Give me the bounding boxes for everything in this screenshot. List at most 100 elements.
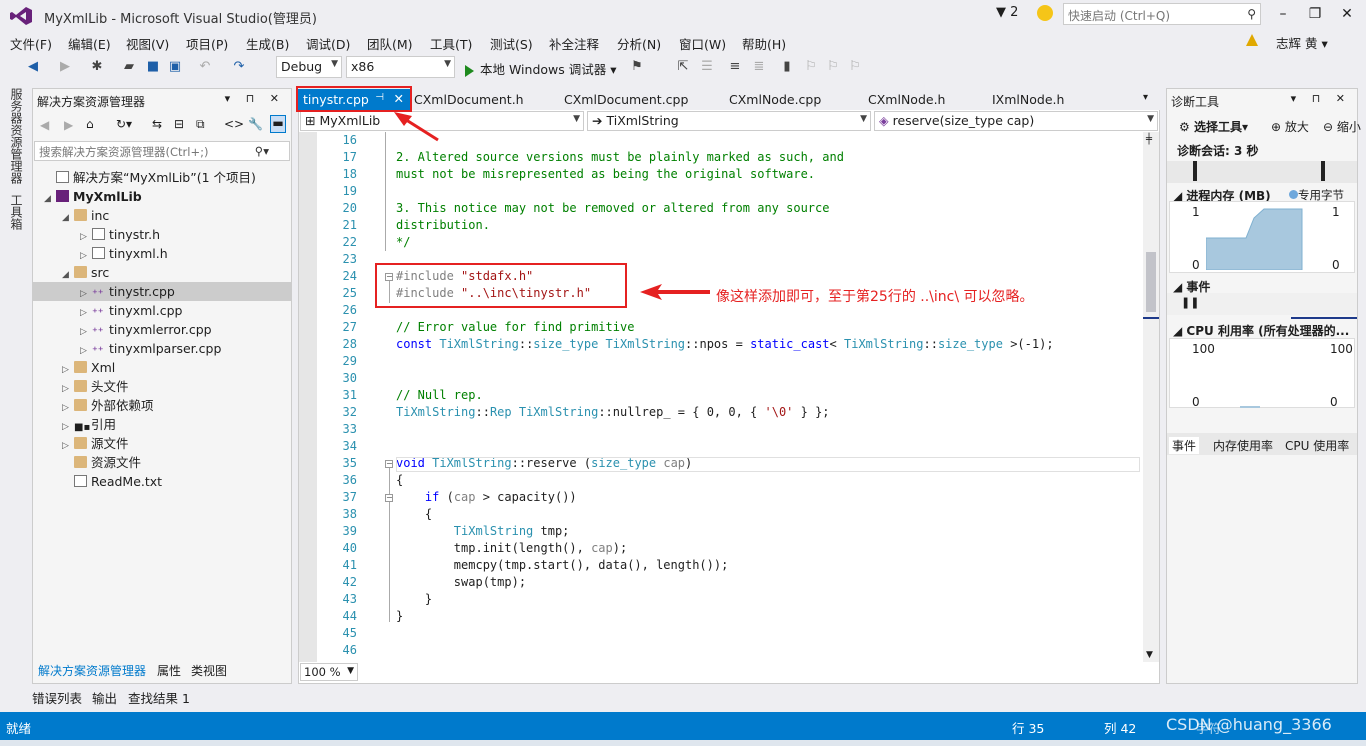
next-bookmark-icon[interactable]: ⚐	[826, 60, 840, 74]
tree-item-folder[interactable]: ▷ 头文件	[62, 377, 129, 396]
code-line[interactable]: distribution.	[396, 217, 490, 234]
tree-item-folder[interactable]: 资源文件	[62, 453, 141, 472]
tab-find-results[interactable]: 查找结果 1	[128, 688, 190, 707]
code-line[interactable]: TiXmlString tmp;	[396, 523, 570, 540]
tab-error-list[interactable]: 错误列表	[32, 688, 82, 707]
tree-item-file[interactable]: ▷ tinystr.h	[80, 225, 160, 244]
tab-memory-usage[interactable]: 内存使用率	[1213, 437, 1273, 454]
code-line[interactable]: 3. This notice may not be removed or alt…	[396, 200, 829, 217]
tree-item-file[interactable]: ▷ tinyxml.h	[80, 244, 168, 263]
zoom-in-button[interactable]: ⊕ 放大	[1271, 118, 1309, 135]
menu-team[interactable]: 团队(M)	[367, 34, 413, 53]
menu-view[interactable]: 视图(V)	[126, 34, 169, 53]
cpu-section-header[interactable]: ◢ CPU 利用率 (所有处理器的...	[1173, 322, 1349, 339]
history-icon[interactable]: ↻▾	[116, 117, 132, 131]
tab-cpu-usage[interactable]: CPU 使用率	[1285, 437, 1349, 454]
indent-icon[interactable]: ☰	[700, 60, 714, 74]
pause-icon[interactable]: ❚❚	[1181, 296, 1199, 309]
toolbox-tab[interactable]: 工具箱	[8, 194, 25, 230]
user-account[interactable]: 志辉 黄 ▾	[1276, 33, 1328, 52]
select-tools-button[interactable]: ⚙ 选择工具▾	[1179, 118, 1248, 135]
tab-events[interactable]: 事件	[1169, 437, 1200, 454]
code-line[interactable]: }	[396, 591, 432, 608]
zoom-select[interactable]: 100 % ▼	[300, 663, 358, 681]
quick-launch-input[interactable]: 快速启动 (Ctrl+Q) ⚲	[1063, 3, 1261, 25]
panel-window-controls[interactable]: ▾ ⊓ ✕	[225, 92, 285, 105]
show-all-files-icon[interactable]: ⧉	[196, 117, 205, 132]
code-line[interactable]: must not be misrepresented as being the …	[396, 166, 815, 183]
tree-item-file-selected[interactable]: ▷ ⁺⁺ tinystr.cpp	[80, 282, 175, 301]
start-debugging-button[interactable]: 本地 Windows 调试器 ▾	[465, 59, 617, 78]
code-line[interactable]: swap(tmp);	[396, 574, 526, 591]
tree-item-file[interactable]: ▷ ⁺⁺ tinyxmlparser.cpp	[80, 339, 221, 358]
menu-test[interactable]: 测试(S)	[490, 34, 533, 53]
tree-item-file[interactable]: ReadMe.txt	[62, 472, 162, 491]
close-button[interactable]: ✕	[1332, 3, 1362, 25]
tree-item-folder[interactable]: ◢ inc	[62, 206, 109, 225]
tree-item-references[interactable]: ▷ ■▪引用	[62, 415, 116, 434]
tab-overflow-icon[interactable]: ▾	[1143, 92, 1148, 103]
comment-icon[interactable]: ≡	[728, 60, 742, 74]
undo-icon[interactable]: ↶	[198, 60, 212, 74]
tree-item-folder[interactable]: ▷ 源文件	[62, 434, 129, 453]
code-line[interactable]: {	[396, 506, 432, 523]
menu-build[interactable]: 生成(B)	[246, 34, 289, 53]
menu-analyze[interactable]: 分析(N)	[617, 34, 661, 53]
code-line[interactable]: tmp.init(length(), cap);	[396, 540, 627, 557]
open-file-icon[interactable]: ▰	[122, 60, 136, 74]
member-nav-select[interactable]: ◈ reserve(size_type cap) ▼	[874, 111, 1158, 131]
vertical-scrollbar[interactable]: ╪ ▼	[1143, 132, 1159, 662]
menu-complete-comments[interactable]: 补全注释	[549, 34, 599, 53]
tab-solution-explorer[interactable]: 解决方案资源管理器	[38, 662, 146, 679]
code-line[interactable]: }	[396, 608, 403, 625]
forward-icon[interactable]: ▶	[58, 60, 72, 74]
scope-nav-select[interactable]: ➔ TiXmlString ▼	[587, 111, 871, 131]
properties-icon[interactable]: 🔧	[248, 117, 263, 131]
bookmark-icon[interactable]: ▮	[780, 60, 794, 74]
tab-output[interactable]: 输出	[92, 688, 117, 707]
tab-ixmlnode-h[interactable]: IXmlNode.h	[992, 92, 1064, 107]
code-line[interactable]: if (cap > capacity())	[396, 489, 577, 506]
tree-item-project[interactable]: ◢ MyXmlLib	[44, 187, 142, 206]
code-line[interactable]: TiXmlString::Rep TiXmlString::nullrep_ =…	[396, 404, 830, 421]
tree-item-solution[interactable]: 解决方案“MyXmlLib”(1 个项目)	[44, 168, 256, 187]
preview-icon[interactable]: ▬	[270, 115, 286, 133]
view-code-icon[interactable]: <>	[224, 117, 244, 131]
tab-cxmldocument-h[interactable]: CXmlDocument.h	[414, 92, 524, 107]
code-line[interactable]: const TiXmlString::size_type TiXmlString…	[396, 336, 1054, 353]
solution-configuration-select[interactable]: Debug ▼	[276, 56, 342, 78]
tab-cxmldocument-cpp[interactable]: CXmlDocument.cpp	[564, 92, 688, 107]
redo-icon[interactable]: ↷	[232, 60, 246, 74]
menu-tools[interactable]: 工具(T)	[430, 34, 472, 53]
prev-bookmark-icon[interactable]: ⚐	[804, 60, 818, 74]
notifications-button[interactable]: ▼ 2	[996, 5, 1018, 20]
scrollbar-thumb[interactable]	[1146, 252, 1156, 312]
split-icon[interactable]: ╪	[1146, 134, 1152, 145]
code-line[interactable]: // Null rep.	[396, 387, 483, 404]
code-line[interactable]: memcpy(tmp.start(), data(), length());	[396, 557, 729, 574]
code-line[interactable]: {	[396, 472, 403, 489]
forward-icon[interactable]: ▶	[64, 118, 73, 132]
fold-toggle-icon[interactable]: −	[385, 460, 393, 468]
tab-cxmlnode-cpp[interactable]: CXmlNode.cpp	[729, 92, 821, 107]
sync-icon[interactable]: ⇆	[152, 117, 162, 131]
solution-platform-select[interactable]: x86 ▼	[346, 56, 455, 78]
uncomment-icon[interactable]: ≣	[752, 60, 766, 74]
maximize-button[interactable]: ❐	[1300, 3, 1330, 25]
clear-bookmarks-icon[interactable]: ⚐	[848, 60, 862, 74]
feedback-icon[interactable]	[1037, 5, 1053, 21]
menu-edit[interactable]: 编辑(E)	[68, 34, 111, 53]
menu-project[interactable]: 项目(P)	[186, 34, 228, 53]
save-icon[interactable]: ■	[146, 60, 160, 74]
tree-item-folder[interactable]: ◢ src	[62, 263, 109, 282]
tab-properties[interactable]: 属性	[157, 662, 181, 679]
tree-item-file[interactable]: ▷ ⁺⁺ tinyxml.cpp	[80, 301, 182, 320]
code-line[interactable]: 2. Altered source versions must be plain…	[396, 149, 844, 166]
home-icon[interactable]: ⌂	[86, 117, 94, 131]
menu-debug[interactable]: 调试(D)	[306, 34, 350, 53]
new-project-icon[interactable]: ✱	[90, 60, 104, 74]
tree-item-folder[interactable]: ▷ 外部依赖项	[62, 396, 154, 415]
back-icon[interactable]: ◀	[26, 60, 40, 74]
step-icon[interactable]: ⇱	[676, 60, 690, 74]
tab-class-view[interactable]: 类视图	[191, 662, 227, 679]
